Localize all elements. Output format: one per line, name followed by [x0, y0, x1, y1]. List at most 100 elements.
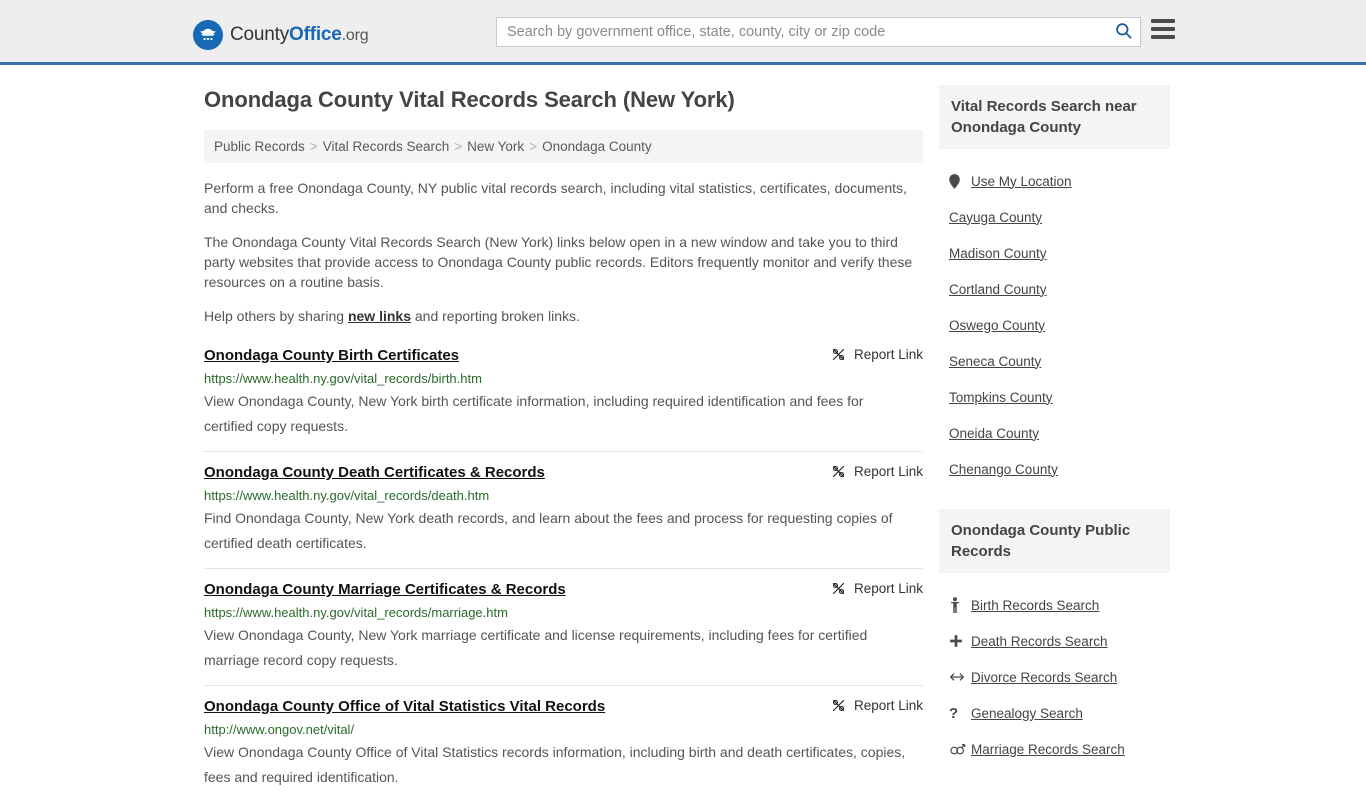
site-header: CountyOffice.org	[0, 0, 1366, 65]
sidebar-item-label: Birth Records Search	[971, 597, 1100, 613]
panel-title: Vital Records Search near Onondaga Count…	[939, 85, 1170, 149]
search-button[interactable]	[1106, 18, 1140, 46]
report-link-button[interactable]: Report Link	[831, 464, 923, 479]
results-list: Onondaga County Birth Certificates Repor…	[204, 340, 923, 802]
left-right-arrow-icon	[949, 671, 971, 683]
sidebar: Vital Records Search near Onondaga Count…	[939, 85, 1170, 789]
report-link-button[interactable]: Report Link	[831, 698, 923, 713]
hamburger-menu-icon[interactable]	[1151, 19, 1175, 39]
intro-paragraph-1: Perform a free Onondaga County, NY publi…	[204, 180, 907, 216]
result-title-link[interactable]: Onondaga County Death Certificates & Rec…	[204, 463, 545, 482]
broken-link-icon	[831, 581, 846, 596]
new-links-link[interactable]: new links	[348, 308, 411, 324]
result-item: Onondaga County Marriage Certificates & …	[204, 568, 923, 685]
result-url: https://www.health.ny.gov/vital_records/…	[204, 605, 508, 620]
result-header: Onondaga County Marriage Certificates & …	[204, 580, 923, 599]
panel-item-list: Use My Location Cayuga County Madison Co…	[939, 149, 1170, 487]
sidebar-item-label: Cortland County	[949, 281, 1047, 297]
question-mark-icon: ?	[949, 704, 959, 722]
sidebar-item-use-my-location[interactable]: Use My Location	[939, 163, 1170, 199]
broken-link-icon	[831, 347, 846, 362]
sidebar-item-seneca-county[interactable]: Seneca County	[939, 343, 1170, 379]
logo-text-org: .org	[341, 27, 369, 44]
sidebar-item-oswego-county[interactable]: Oswego County	[939, 307, 1170, 343]
search-input[interactable]	[497, 18, 1106, 46]
breadcrumb-separator: >	[454, 139, 463, 154]
result-item: Onondaga County Death Certificates & Rec…	[204, 451, 923, 568]
search-icon	[1114, 21, 1133, 43]
sidebar-item-tompkins-county[interactable]: Tompkins County	[939, 379, 1170, 415]
sidebar-item-label: Marriage Records Search	[971, 741, 1125, 757]
sidebar-item-oneida-county[interactable]: Oneida County	[939, 415, 1170, 451]
intro-p3-after: and reporting broken links.	[411, 308, 580, 324]
sidebar-item-label: Oneida County	[949, 425, 1040, 441]
sidebar-item-cortland-county[interactable]: Cortland County	[939, 271, 1170, 307]
breadcrumb: Public Records > Vital Records Search > New …	[204, 130, 923, 163]
sidebar-item-genealogy-search[interactable]: ? Genealogy Search	[939, 695, 1170, 731]
result-url: https://www.health.ny.gov/vital_records/…	[204, 371, 482, 386]
logo-wordmark: CountyOffice.org	[230, 24, 369, 46]
breadcrumb-item-vital-records-search[interactable]: Vital Records Search	[323, 139, 450, 154]
sidebar-item-cayuga-county[interactable]: Cayuga County	[939, 199, 1170, 235]
cross-icon	[949, 634, 971, 648]
main-content: Onondaga County Vital Records Search (Ne…	[204, 87, 923, 802]
sidebar-item-chenango-county[interactable]: Chenango County	[939, 451, 1170, 487]
breadcrumb-item-new-york[interactable]: New York	[467, 139, 524, 154]
sidebar-item-label: Oswego County	[949, 317, 1046, 333]
map-pin-icon	[949, 173, 971, 189]
broken-link-icon	[831, 698, 846, 713]
result-header: Onondaga County Birth Certificates Repor…	[204, 346, 923, 365]
result-description: View Onondaga County, New York birth cer…	[204, 393, 864, 434]
sidebar-item-birth-records-search[interactable]: Birth Records Search	[939, 587, 1170, 623]
result-title-link[interactable]: Onondaga County Marriage Certificates & …	[204, 580, 566, 599]
sidebar-item-label: Madison County	[949, 245, 1047, 261]
sidebar-item-marriage-records-search[interactable]: Marriage Records Search	[939, 731, 1170, 767]
result-item: Onondaga County Birth Certificates Repor…	[204, 340, 923, 451]
sidebar-panel-public-records: Onondaga County Public Records Birth Rec…	[939, 509, 1170, 767]
result-header: Onondaga County Death Certificates & Rec…	[204, 463, 923, 482]
breadcrumb-separator: >	[529, 139, 538, 154]
sidebar-item-label: Genealogy Search	[971, 705, 1083, 721]
baby-icon	[949, 597, 971, 613]
search-bar[interactable]	[496, 17, 1141, 47]
sidebar-item-label: Seneca County	[949, 353, 1042, 369]
result-description: View Onondaga County Office of Vital Sta…	[204, 744, 906, 785]
intro-text: Perform a free Onondaga County, NY publi…	[204, 178, 923, 326]
result-item: Onondaga County Office of Vital Statisti…	[204, 685, 923, 802]
result-url: http://www.ongov.net/vital/	[204, 722, 355, 737]
result-description: View Onondaga County, New York marriage …	[204, 627, 868, 668]
male-female-icon	[949, 743, 971, 756]
intro-paragraph-2: The Onondaga County Vital Records Search…	[204, 234, 913, 290]
panel-item-list: Birth Records Search Death Records Searc…	[939, 573, 1170, 767]
sidebar-item-label: Death Records Search	[971, 633, 1108, 649]
logo-text-county: County	[230, 24, 290, 45]
result-title-link[interactable]: Onondaga County Office of Vital Statisti…	[204, 697, 605, 716]
sidebar-panel-nearby: Vital Records Search near Onondaga Count…	[939, 85, 1170, 487]
breadcrumb-separator: >	[309, 139, 318, 154]
report-link-button[interactable]: Report Link	[831, 347, 923, 362]
sidebar-item-divorce-records-search[interactable]: Divorce Records Search	[939, 659, 1170, 695]
result-url: https://www.health.ny.gov/vital_records/…	[204, 488, 490, 503]
logo-text-office: Office	[289, 24, 342, 45]
breadcrumb-item-public-records[interactable]: Public Records	[214, 139, 305, 154]
sidebar-item-label: Cayuga County	[949, 209, 1043, 225]
report-link-button[interactable]: Report Link	[831, 581, 923, 596]
sidebar-item-label: Divorce Records Search	[971, 669, 1118, 685]
broken-link-icon	[831, 464, 846, 479]
site-logo[interactable]: CountyOffice.org	[193, 20, 369, 50]
page-title: Onondaga County Vital Records Search (Ne…	[204, 87, 735, 112]
sidebar-item-label: Tompkins County	[949, 389, 1053, 405]
report-link-label: Report Link	[853, 347, 923, 362]
report-link-label: Report Link	[853, 581, 923, 596]
report-link-label: Report Link	[853, 698, 923, 713]
result-title-link[interactable]: Onondaga County Birth Certificates	[204, 346, 459, 365]
sidebar-item-madison-county[interactable]: Madison County	[939, 235, 1170, 271]
sidebar-item-death-records-search[interactable]: Death Records Search	[939, 623, 1170, 659]
hamburger-bar-3	[1151, 35, 1175, 39]
sidebar-item-label: Chenango County	[949, 461, 1058, 477]
intro-paragraph-3: Help others by sharing new links and rep…	[204, 306, 923, 326]
eagle-shield-icon	[193, 20, 223, 50]
breadcrumb-item-onondaga-county[interactable]: Onondaga County	[542, 139, 652, 154]
intro-p3-before: Help others by sharing	[204, 308, 348, 324]
result-header: Onondaga County Office of Vital Statisti…	[204, 697, 923, 716]
